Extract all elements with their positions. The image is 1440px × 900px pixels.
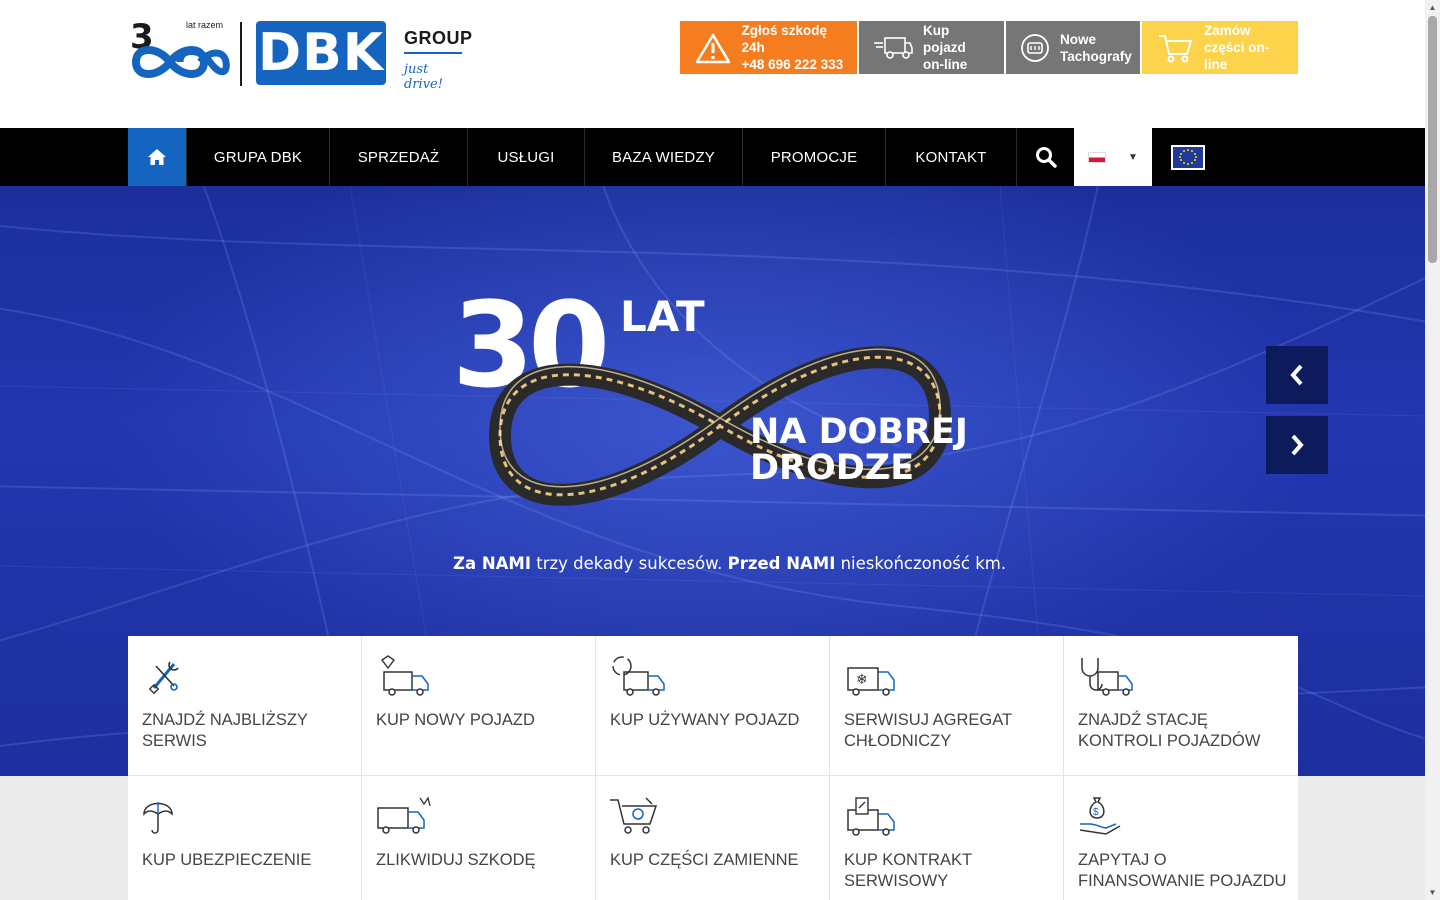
logo-brand: DBK — [256, 21, 386, 85]
tile-find-service[interactable]: ZNAJDŹ NAJBLIŻSZY SERWIS — [128, 636, 362, 776]
chevron-left-icon — [1290, 364, 1303, 386]
tile-service-refrigeration[interactable]: ❄ SERWISUJ AGREGAT CHŁODNICZY — [830, 636, 1064, 776]
money-hand-icon: $ — [1079, 797, 1121, 835]
tachographs-label-1: Nowe — [1060, 31, 1097, 47]
svg-text:❄: ❄ — [856, 671, 868, 687]
poland-flag-icon — [1088, 151, 1107, 163]
scrollbar-thumb[interactable] — [1428, 16, 1437, 263]
chevron-down-icon: ▼ — [1128, 151, 1138, 163]
order-parts-label-2: części on-line — [1203, 40, 1270, 72]
language-select[interactable]: ▼ — [1074, 128, 1152, 186]
nav-item-uslugi[interactable]: USŁUGI — [467, 128, 584, 186]
logo-years-text: lat razem — [186, 20, 224, 30]
tile-buy-spare-parts[interactable]: KUP CZĘŚCI ZAMIENNE — [596, 776, 830, 900]
hero-headline-line-1: NA DOBREJ — [750, 412, 968, 452]
parts-cart-icon — [610, 797, 658, 834]
slider-next-button[interactable] — [1266, 416, 1328, 474]
buy-vehicle-label-1: Kup pojazd — [923, 23, 966, 55]
report-damage-button[interactable]: Zgłoś szkodę 24h +48 696 222 333 — [680, 21, 857, 74]
scroll-down-icon[interactable]: ▼ — [1425, 885, 1440, 900]
buy-vehicle-label-2: on-line — [923, 57, 968, 72]
umbrella-icon — [143, 802, 173, 834]
truck-icon — [873, 30, 913, 66]
top-action-buttons: Zgłoś szkodę 24h +48 696 222 333 Kup poja… — [680, 21, 1298, 74]
home-icon — [148, 149, 166, 165]
tile-label: KUP CZĘŚCI ZAMIENNE — [610, 851, 799, 869]
hero-sub-part-3: Przed NAMI — [727, 554, 836, 573]
nav-item-baza-wiedzy[interactable]: BAZA WIEDZY — [584, 128, 742, 186]
tile-label: SERWISUJ AGREGAT CHŁODNICZY — [844, 711, 1012, 750]
cart-icon — [1156, 30, 1194, 66]
tile-label: ZLIKWIDUJ SZKODĘ — [376, 851, 536, 869]
order-parts-label-1: Zamów — [1203, 23, 1251, 38]
order-parts-online-button[interactable]: Zamów części on-line — [1142, 21, 1298, 74]
scroll-up-icon[interactable]: ▲ — [1425, 0, 1440, 15]
header: 3 lat razem DBK GROUP just drive! Zgłoś … — [0, 0, 1425, 128]
nav-item-sprzedaz[interactable]: SPRZEDAŻ — [329, 128, 467, 186]
tile-label: ZAPYTAJ O FINANSOWANIE POJAZDU — [1078, 851, 1287, 890]
tile-buy-used-vehicle[interactable]: KUP UŻYWANY POJAZD — [596, 636, 830, 776]
tile-label: ZNAJDŹ NAJBLIŻSZY SERWIS — [142, 711, 308, 750]
warning-icon — [694, 30, 732, 66]
page-scrollbar[interactable]: ▲ ▼ — [1425, 0, 1440, 900]
nav-home[interactable] — [128, 128, 186, 186]
chevron-right-icon — [1291, 434, 1304, 456]
hero-sub-part-1: Za NAMI — [453, 554, 531, 573]
hero-sub-part-4: nieskończoność km. — [835, 554, 1007, 573]
nav-item-kontakt[interactable]: KONTAKT — [885, 128, 1016, 186]
nav-item-promocje[interactable]: PROMOCJE — [742, 128, 885, 186]
new-tachographs-button[interactable]: Nowe Tachografy — [1006, 21, 1140, 74]
tile-buy-service-contract[interactable]: KUP KONTRAKT SERWISOWY — [830, 776, 1064, 900]
tile-buy-insurance[interactable]: KUP UBEZPIECZENIE — [128, 776, 362, 900]
eu-flag-icon — [1171, 144, 1205, 170]
tile-label: KUP KONTRAKT SERWISOWY — [844, 851, 972, 890]
snowflake-truck-icon: ❄ — [847, 667, 895, 696]
tile-buy-new-vehicle[interactable]: KUP NOWY POJAZD — [362, 636, 596, 776]
tile-report-damage[interactable]: ZLIKWIDUJ SZKODĘ — [362, 776, 596, 900]
tile-label: KUP NOWY POJAZD — [376, 711, 535, 729]
search-icon — [1035, 147, 1057, 168]
page: 3 lat razem DBK GROUP just drive! Zgłoś … — [0, 0, 1440, 900]
recycle-truck-icon — [612, 656, 665, 696]
diamond-truck-icon — [380, 655, 429, 696]
svg-text:$: $ — [1093, 807, 1099, 818]
main-navigation: GRUPA DBK SPRZEDAŻ USŁUGI BAZA WIEDZY PR… — [0, 128, 1425, 186]
tachograph-icon — [1020, 30, 1050, 66]
service-tiles: ZNAJDŹ NAJBLIŻSZY SERWIS KUP NOWY POJAZD… — [128, 636, 1298, 900]
tile-label: KUP UŻYWANY POJAZD — [610, 711, 800, 729]
eu-funds-link[interactable] — [1152, 128, 1224, 186]
logo-group-text: GROUP — [404, 28, 473, 54]
tile-label: KUP UBEZPIECZENIE — [142, 851, 312, 869]
report-damage-phone: +48 696 222 333 — [741, 57, 844, 72]
hero-subtitle: Za NAMI trzy dekady sukcesów. Przed NAMI… — [453, 554, 1006, 573]
tile-find-inspection-station[interactable]: ZNAJDŹ STACJĘ KONTROLI POJAZDÓW — [1064, 636, 1298, 776]
hero-sub-part-2: trzy dekady sukcesów. — [530, 554, 728, 573]
slider-prev-button[interactable] — [1266, 346, 1328, 404]
logo-divider — [240, 22, 242, 86]
report-damage-label: Zgłoś szkodę 24h — [741, 23, 828, 55]
buy-vehicle-online-button[interactable]: Kup pojazd on-line — [859, 21, 1004, 74]
tachographs-label-2: Tachografy — [1060, 48, 1132, 64]
search-button[interactable] — [1016, 128, 1074, 186]
crash-truck-icon — [377, 796, 431, 834]
hero-headline-line-2: DRODZE — [750, 448, 915, 488]
tile-label: ZNAJDŹ STACJĘ KONTROLI POJAZDÓW — [1078, 711, 1261, 750]
stethoscope-truck-icon — [1081, 658, 1133, 696]
tools-icon — [148, 661, 179, 695]
nav-item-grupa-dbk[interactable]: GRUPA DBK — [186, 128, 329, 186]
tile-ask-financing[interactable]: $ ZAPYTAJ O FINANSOWANIE POJAZDU — [1064, 776, 1298, 900]
contract-truck-icon — [847, 797, 895, 836]
logo[interactable]: 3 lat razem DBK GROUP just drive! — [128, 18, 472, 92]
logo-tagline: just drive! — [404, 62, 443, 92]
hero-headline: NA DOBREJ DRODZE — [750, 414, 968, 486]
